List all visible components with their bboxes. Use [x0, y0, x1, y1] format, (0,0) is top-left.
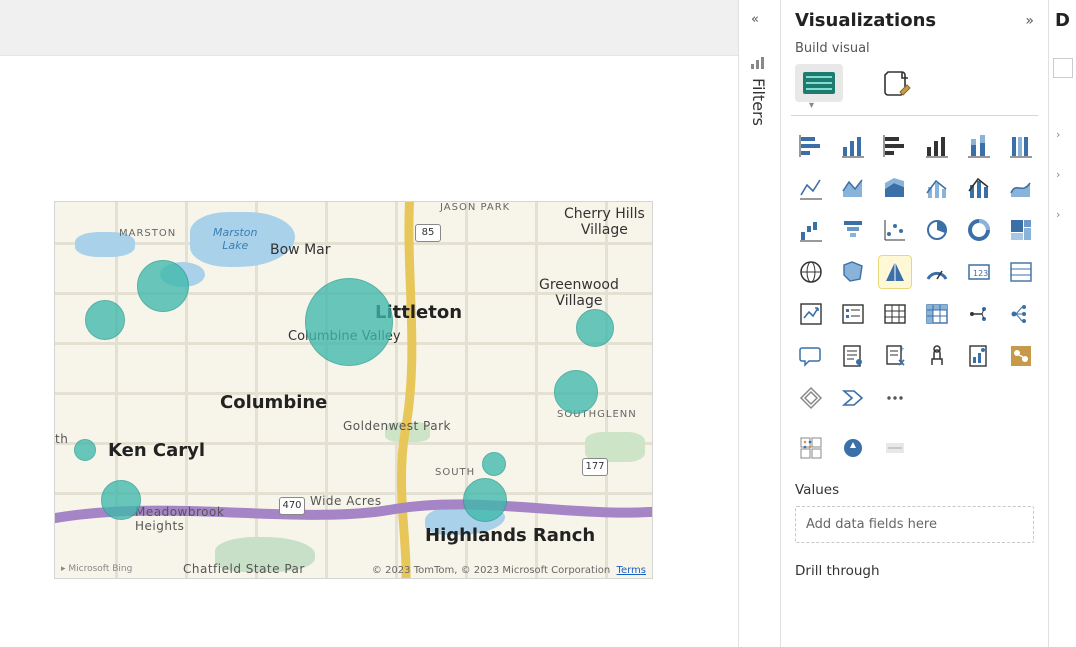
viz-app-source-3-icon[interactable] — [879, 432, 911, 464]
visualizations-expand-button[interactable]: » — [1025, 13, 1034, 29]
label-jason-park: JASON PARK — [440, 202, 510, 213]
viz-clustered-bar-icon[interactable] — [921, 130, 953, 162]
map-attribution: © 2023 TomTom, © 2023 Microsoft Corporat… — [372, 565, 646, 576]
label-marston: MARSTON — [119, 228, 176, 239]
viz-power-apps-icon[interactable] — [795, 382, 827, 414]
viz-matrix-icon[interactable] — [921, 298, 953, 330]
viz-decomposition-icon[interactable] — [1005, 298, 1037, 330]
label-cherry-hills: Cherry Hills Village — [564, 206, 645, 238]
viz-filled-map-icon[interactable] — [837, 256, 869, 288]
viz-area-icon[interactable] — [837, 172, 869, 204]
values-field-well[interactable]: Add data fields here — [795, 506, 1034, 543]
visualizations-pane: Visualizations » Build visual ▾ 123+ Val… — [780, 0, 1048, 647]
viz-clustered-column-icon[interactable] — [837, 130, 869, 162]
format-visual-tab[interactable] — [873, 64, 921, 102]
viz-donut-icon[interactable] — [963, 214, 995, 246]
map-bubble[interactable] — [576, 309, 614, 347]
viz-pie-icon[interactable] — [921, 214, 953, 246]
viz-qa-icon[interactable] — [795, 340, 827, 372]
data-pane-collapsed[interactable]: D › › › — [1048, 0, 1076, 647]
label-marston-lake: Marston Lake — [213, 226, 258, 252]
viz-line-icon[interactable] — [795, 172, 827, 204]
svg-text:+: + — [899, 345, 905, 353]
viz-gauge-icon[interactable] — [921, 256, 953, 288]
label-meadowbrook: Meadowbrook Heights — [135, 505, 224, 533]
map-bubble[interactable] — [85, 300, 125, 340]
visualizations-title: Visualizations — [795, 10, 936, 31]
map-bubble[interactable] — [305, 278, 393, 366]
label-chatfield: Chatfield State Par — [183, 562, 305, 576]
viz-stacked-area-icon[interactable] — [879, 172, 911, 204]
map-visual[interactable]: 85 470 177 MARSTON Marston Lake Bow Mar … — [54, 201, 653, 579]
viz-line-column-stacked-icon[interactable] — [963, 172, 995, 204]
data-pane-letter: D — [1055, 10, 1070, 31]
search-box-sliver — [1053, 58, 1073, 78]
filters-title[interactable]: Filters — [749, 78, 768, 126]
divider — [791, 115, 1038, 116]
viz-app-source-2-icon[interactable] — [837, 432, 869, 464]
viz-funnel-icon[interactable] — [837, 214, 869, 246]
viz-power-automate-icon[interactable] — [837, 382, 869, 414]
drill-through-heading: Drill through — [795, 563, 1034, 579]
viz-paginated-icon[interactable]: + — [879, 340, 911, 372]
label-wide-acres: Wide Acres — [310, 494, 382, 508]
build-visual-tab[interactable] — [795, 64, 843, 102]
viz-table-icon[interactable] — [879, 298, 911, 330]
svg-text:123: 123 — [973, 269, 988, 278]
viz-line-column-icon[interactable] — [921, 172, 953, 204]
filters-pane-collapsed: « Filters — [738, 0, 780, 647]
viz-stacked-bar-icon[interactable] — [795, 130, 827, 162]
label-south: SOUTH — [435, 467, 475, 478]
viz-azure-map-icon[interactable] — [879, 256, 911, 288]
filters-collapse-button[interactable]: « — [751, 12, 759, 27]
viz-slicer-icon[interactable] — [837, 298, 869, 330]
visualization-extras — [781, 414, 1048, 464]
chevron-icon[interactable]: › — [1056, 168, 1060, 181]
viz-stacked-bar-100-icon[interactable] — [879, 130, 911, 162]
viz-ribbon-icon[interactable] — [1005, 172, 1037, 204]
shield-177: 177 — [582, 458, 608, 476]
visualization-gallery: 123 + — [781, 130, 1048, 414]
chevron-icon[interactable]: › — [1056, 128, 1060, 141]
viz-clustered-column-100-icon[interactable] — [1005, 130, 1037, 162]
viz-card-icon[interactable]: 123 — [963, 256, 995, 288]
viz-kpi-icon[interactable] — [795, 298, 827, 330]
viz-py-visual-icon[interactable] — [963, 340, 995, 372]
label-columbine: Columbine — [220, 392, 327, 413]
viz-key-influencers-icon[interactable] — [1005, 340, 1037, 372]
viz-map-icon[interactable] — [795, 256, 827, 288]
label-greenwood: Greenwood Village — [539, 277, 619, 309]
map-bubble[interactable] — [554, 370, 598, 414]
label-goldenwest: Goldenwest Park — [343, 419, 451, 433]
mini-chart-icon — [750, 55, 768, 74]
viz-more-icon[interactable] — [879, 382, 911, 414]
viz-r-visual-icon[interactable] — [963, 298, 995, 330]
map-bubble[interactable] — [74, 439, 96, 461]
bing-logo: ▸ Microsoft Bing — [61, 564, 132, 574]
label-highlands: Highlands Ranch — [425, 525, 595, 546]
viz-waterfall-icon[interactable] — [795, 214, 827, 246]
label-ken-caryl: Ken Caryl — [108, 440, 205, 461]
shield-85: 85 — [415, 224, 441, 242]
map-bubble[interactable] — [137, 260, 189, 312]
viz-scatter-icon[interactable] — [879, 214, 911, 246]
map-bubble[interactable] — [463, 478, 507, 522]
chevron-icon[interactable]: › — [1056, 208, 1060, 221]
build-visual-label: Build visual — [781, 37, 1048, 64]
map-bubble[interactable] — [482, 452, 506, 476]
terms-link[interactable]: Terms — [617, 565, 646, 576]
viz-stacked-column-icon[interactable] — [963, 130, 995, 162]
values-heading: Values — [795, 482, 1034, 498]
map-bubble[interactable] — [101, 480, 141, 520]
shield-470: 470 — [279, 497, 305, 515]
viz-goals-icon[interactable] — [921, 340, 953, 372]
label-th: th — [55, 432, 68, 446]
label-bow-mar: Bow Mar — [270, 242, 330, 258]
viz-multi-row-card-icon[interactable] — [1005, 256, 1037, 288]
report-canvas[interactable]: 85 470 177 MARSTON Marston Lake Bow Mar … — [0, 56, 738, 647]
viz-treemap-icon[interactable] — [1005, 214, 1037, 246]
ribbon-placeholder — [0, 0, 738, 56]
viz-app-source-1-icon[interactable] — [795, 432, 827, 464]
viz-smart-narrative-icon[interactable] — [837, 340, 869, 372]
